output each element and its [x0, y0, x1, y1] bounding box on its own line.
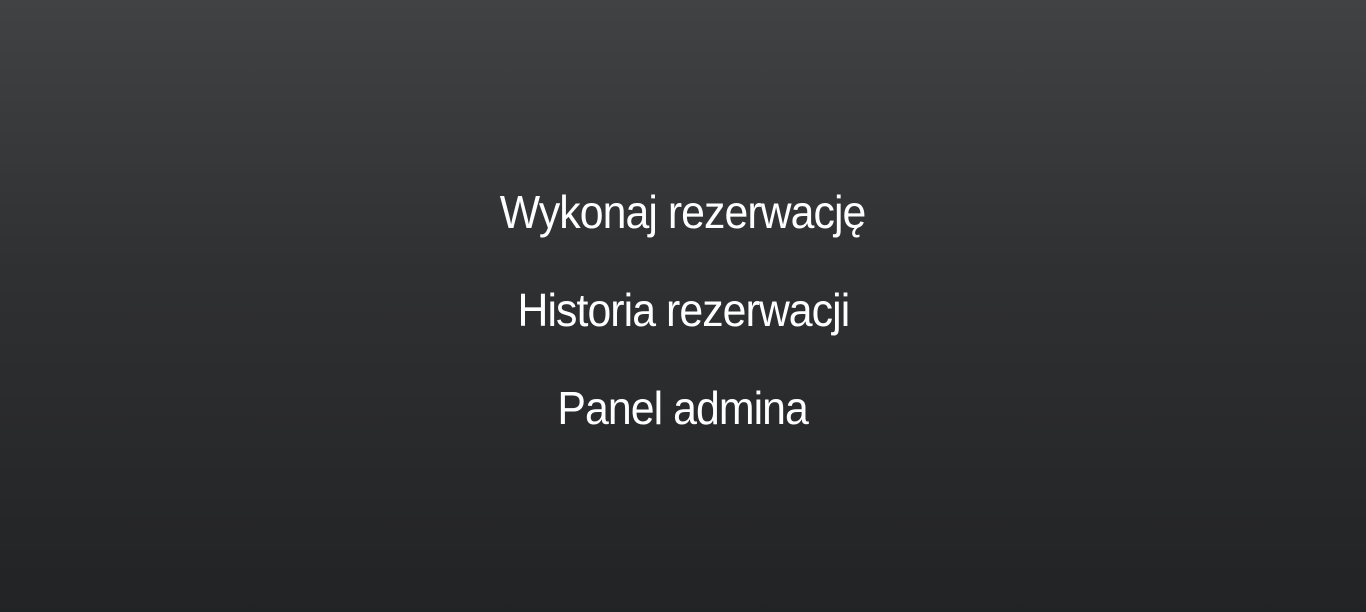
main-menu: Wykonaj rezerwację Historia rezerwacji P…: [0, 176, 1366, 470]
make-reservation-link[interactable]: Wykonaj rezerwację: [500, 176, 867, 248]
main-screen: { "menu": { "items": [ { "label": "Wykon…: [0, 0, 1366, 612]
reservation-history-link[interactable]: Historia rezerwacji: [517, 274, 850, 346]
admin-panel-link[interactable]: Panel admina: [558, 372, 809, 444]
